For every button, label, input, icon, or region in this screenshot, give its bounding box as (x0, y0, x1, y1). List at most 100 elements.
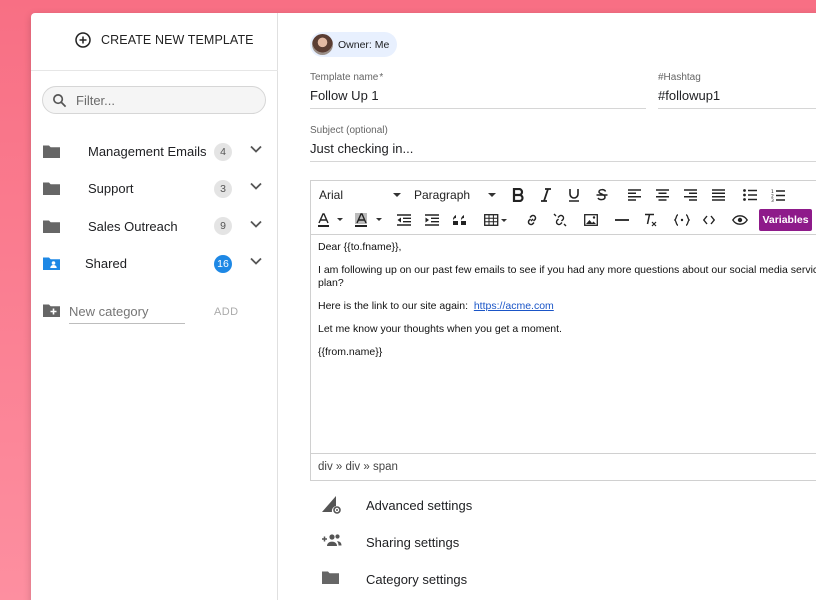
editor-toolbar-row-1: Arial Paragraph 1 2 3 (311, 183, 816, 208)
align-right-button[interactable] (681, 183, 699, 207)
category-name: Support (88, 181, 134, 197)
category-item-support[interactable]: Support 3 (31, 170, 278, 207)
italic-icon (541, 188, 551, 202)
owner-label: Owner: Me (338, 38, 390, 51)
chevron-down-icon[interactable] (250, 220, 262, 228)
insert-link-button[interactable] (523, 208, 541, 232)
folder-icon (43, 145, 60, 158)
indent-button[interactable] (423, 208, 441, 232)
chevron-down-icon[interactable] (250, 145, 262, 153)
svg-text:3: 3 (771, 198, 774, 202)
bold-icon (512, 188, 524, 202)
app-window: CREATE NEW TEMPLATE Management Emails 4 … (31, 13, 816, 600)
strikethrough-button[interactable] (593, 183, 611, 207)
site-link[interactable]: https://acme.com (474, 300, 554, 312)
background-color-button[interactable] (354, 208, 384, 232)
category-item-shared[interactable]: Shared 16 (31, 245, 278, 282)
outdent-button[interactable] (395, 208, 413, 232)
text-color-button[interactable] (317, 208, 345, 232)
sidebar-divider (31, 70, 278, 71)
new-category-row: ADD (31, 297, 278, 325)
shared-folder-icon (43, 257, 60, 270)
curly-braces-icon (674, 214, 690, 226)
editor-toolbar-row-2: Variables (311, 208, 816, 233)
underline-button[interactable] (565, 183, 583, 207)
unlink-button[interactable] (551, 208, 569, 232)
link-icon (527, 214, 537, 226)
chevron-down-icon[interactable] (250, 257, 262, 265)
create-new-template-button[interactable]: CREATE NEW TEMPLATE (75, 30, 254, 50)
hashtag-field[interactable]: #followup1 (658, 87, 816, 109)
category-item-management-emails[interactable]: Management Emails 4 (31, 133, 278, 170)
search-icon (53, 93, 67, 107)
align-justify-icon (711, 189, 725, 201)
category-item-sales-outreach[interactable]: Sales Outreach 9 (31, 208, 278, 245)
insert-variable-braces-button[interactable] (672, 208, 692, 232)
subject-label: Subject (optional) (310, 125, 388, 136)
strikethrough-icon (596, 188, 608, 201)
blockquote-button[interactable] (451, 208, 469, 232)
variables-button[interactable]: Variables (759, 209, 812, 231)
source-code-button[interactable] (700, 208, 718, 232)
align-center-icon (655, 189, 669, 201)
font-family-select[interactable]: Arial (319, 183, 401, 207)
rich-text-editor: Arial Paragraph 1 2 3 Variables Dear {{t… (310, 180, 816, 481)
owner-chip[interactable]: Owner: Me (310, 32, 397, 57)
template-name-field[interactable]: Follow Up 1 (310, 87, 646, 109)
bold-button[interactable] (509, 183, 527, 207)
category-name: Sales Outreach (88, 218, 178, 234)
add-circle-icon (75, 32, 91, 48)
subject-field[interactable]: Just checking in... (310, 140, 816, 162)
setting-label: Advanced settings (366, 498, 473, 513)
body-paragraph-1: I am following up on our past few emails… (318, 264, 816, 289)
clear-formatting-icon (645, 213, 657, 227)
setting-label: Sharing settings (366, 535, 460, 550)
folder-icon (43, 182, 60, 196)
add-category-button[interactable]: ADD (214, 306, 238, 318)
horizontal-line-icon (615, 219, 629, 221)
folder-icon (322, 571, 339, 584)
sharing-settings-item[interactable]: Sharing settings (279, 527, 579, 557)
filter-box (42, 86, 266, 114)
insert-image-button[interactable] (582, 208, 600, 232)
table-icon (484, 214, 507, 226)
table-button[interactable] (483, 208, 509, 232)
create-new-folder-icon (43, 304, 60, 317)
new-category-input[interactable] (69, 300, 185, 324)
underline-icon (569, 189, 579, 202)
align-center-button[interactable] (653, 183, 671, 207)
indent-icon (425, 214, 439, 226)
template-editor-panel: Owner: Me Template name* Follow Up 1 #Ha… (279, 13, 816, 600)
clear-formatting-button[interactable] (642, 208, 660, 232)
category-count-badge: 3 (214, 179, 232, 198)
category-list: Management Emails 4 Support 3 Sales Outr… (31, 133, 278, 282)
numbered-list-icon: 123 (771, 189, 785, 202)
horizontal-rule-button[interactable] (613, 208, 631, 232)
align-left-button[interactable] (625, 183, 643, 207)
advanced-settings-item[interactable]: Advanced settings (279, 490, 579, 520)
align-left-icon (627, 189, 641, 201)
category-name: Shared (85, 256, 127, 272)
category-settings-item[interactable]: Category settings (279, 564, 579, 594)
highlight-color-icon (355, 213, 382, 227)
chevron-down-icon[interactable] (250, 182, 262, 191)
editor-content[interactable]: Dear {{to.fname}}, I am following up on … (311, 234, 816, 452)
filter-input[interactable] (76, 92, 246, 108)
outdent-icon (397, 214, 411, 226)
image-icon (584, 214, 598, 226)
editor-status-path: div » div » span (311, 453, 816, 481)
create-new-template-label: CREATE NEW TEMPLATE (101, 33, 254, 47)
quote-icon (453, 215, 466, 225)
unlink-icon (553, 213, 567, 227)
template-name-label: Template name* (310, 72, 383, 83)
italic-button[interactable] (537, 183, 555, 207)
preview-button[interactable] (730, 208, 750, 232)
font-family-value: Arial (319, 188, 344, 202)
block-format-select[interactable]: Paragraph (414, 183, 496, 207)
body-greeting: Dear {{to.fname}}, (318, 241, 402, 253)
align-justify-button[interactable] (709, 183, 727, 207)
numbered-list-button[interactable]: 123 (769, 183, 787, 207)
bullet-list-button[interactable] (741, 183, 759, 207)
category-count-badge: 9 (214, 217, 232, 236)
advanced-settings-icon (322, 496, 341, 514)
